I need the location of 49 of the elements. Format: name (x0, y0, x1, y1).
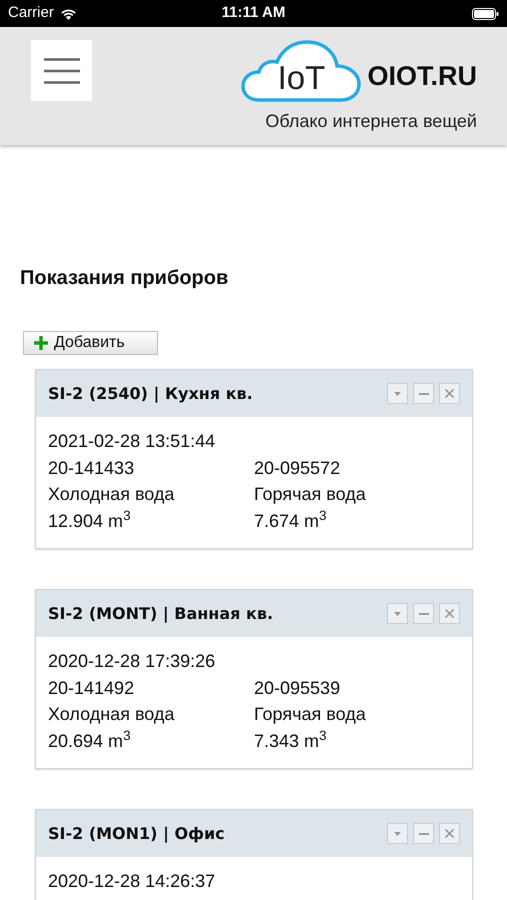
meter-serial: 20-095539 (254, 678, 340, 698)
close-button[interactable] (439, 603, 460, 624)
minus-icon (418, 612, 428, 614)
logo-mark: IoT (278, 60, 326, 94)
dropdown-button[interactable] (387, 383, 408, 404)
meter-name: Горячая вода (254, 484, 366, 504)
close-button[interactable] (439, 383, 460, 404)
card-title: SI-2 (2540) | Кухня кв. (48, 382, 253, 405)
close-icon (445, 829, 454, 838)
minimize-button[interactable] (413, 823, 434, 844)
menu-icon (44, 58, 80, 84)
close-icon (445, 609, 454, 618)
dropdown-button[interactable] (387, 603, 408, 624)
minus-icon (418, 392, 428, 394)
reading-date: 2020-12-28 14:26:37 (48, 870, 216, 893)
meter-name: Горячая вода (254, 704, 366, 724)
clock-time: 11:11 AM (222, 3, 286, 24)
reading-date: 2021-02-28 13:51:44 (48, 430, 216, 453)
close-icon (445, 389, 454, 398)
meter-serial: 20-141433 (48, 458, 134, 478)
battery-icon (472, 8, 499, 20)
carrier-label: Carrier (8, 3, 54, 24)
meter-name: Холодная вода (48, 704, 174, 724)
caret-icon (394, 392, 401, 396)
meter-reading: 7.343 m$^{3}$ (254, 730, 327, 750)
minimize-button[interactable] (413, 383, 434, 404)
add-button[interactable]: Добавить (23, 331, 158, 355)
reading-date: 2020-12-28 17:39:26 (48, 650, 216, 673)
meter-reading: 20.694 m$^{3}$ (48, 730, 131, 750)
tagline: Облако интернета вещей (265, 110, 477, 133)
dropdown-button[interactable] (387, 823, 408, 844)
page-title: Показания приборов (20, 266, 230, 291)
menu-button[interactable] (31, 40, 92, 101)
meter-reading: 12.904 m$^{3}$ (48, 510, 131, 530)
meter-serial: 20-095572 (254, 458, 340, 478)
close-button[interactable] (439, 823, 460, 844)
minus-icon (418, 832, 428, 834)
minimize-button[interactable] (413, 603, 434, 624)
caret-icon (394, 832, 401, 836)
meter-name: Холодная вода (48, 484, 174, 504)
card-title: SI-2 (MONT) | Ванная кв. (48, 602, 274, 625)
wifi-icon (60, 8, 77, 20)
meter-serial: 20-141492 (48, 678, 134, 698)
caret-icon (394, 612, 401, 616)
logo-text: OIOT.RU (367, 60, 477, 93)
meter-reading: 7.674 m$^{3}$ (254, 510, 327, 530)
card-title: SI-2 (MON1) | Офис (48, 822, 225, 845)
cloud-icon (241, 40, 362, 104)
plus-icon (34, 336, 48, 350)
